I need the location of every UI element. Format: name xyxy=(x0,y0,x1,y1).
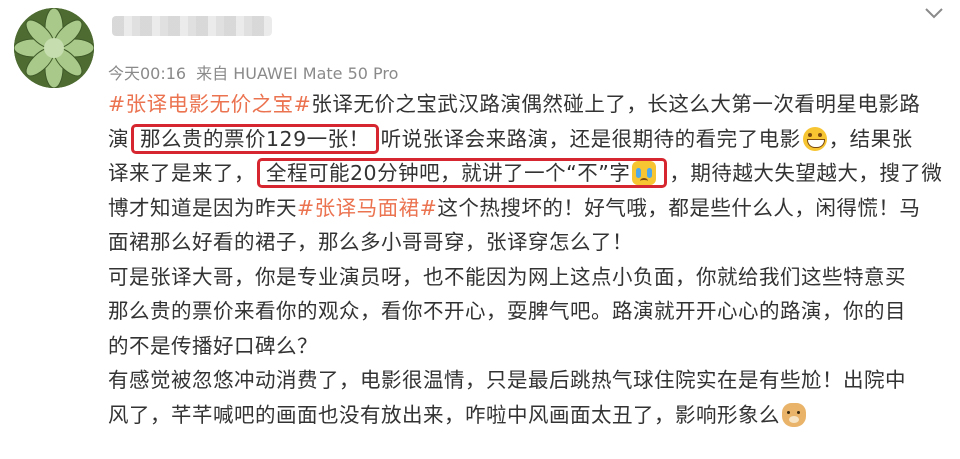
highlighted-text: 全程可能20分钟吧，就讲了一个“不”字 xyxy=(257,158,668,188)
post-line: 可是张译大哥，你是专业演员呀，也不能因为网上这点小负面，你就给我们这些特意买 xyxy=(108,264,906,289)
post-text: 译来了是来了， xyxy=(108,161,255,185)
post-line: 风了，芊芊喊吧的画面也没有放出来，咋啦中风画面太丑了，影响形象么 xyxy=(108,398,946,433)
post-text: ，结果张 xyxy=(828,126,913,151)
post-text: ，期待越大失望越大，搜了微 xyxy=(669,161,943,185)
post-text: 演 xyxy=(108,126,129,151)
doge-emoji-icon xyxy=(782,402,806,427)
highlighted-text: 那么贵的票价129一张！ xyxy=(131,123,379,154)
post-line: #张译电影无价之宝#张译无价之宝武汉路演偶然碰上了，长这么大第一次看明星电影路 xyxy=(108,87,946,122)
crying-emoji-icon xyxy=(632,161,657,185)
post-text: 风了，芊芊喊吧的画面也没有放出来，咋啦中风画面太丑了，影响形象么 xyxy=(108,402,780,427)
post-line: 译来了是来了， 全程可能20分钟吧，就讲了一个“不”字 ，期待越大失望越大，搜了微 xyxy=(108,156,946,191)
chevron-down-icon[interactable] xyxy=(924,6,944,20)
grin-emoji-icon xyxy=(802,126,827,151)
post-line: 面裙那么好看的裙子，那么多小哥哥穿，张译穿怎么了！ xyxy=(108,230,633,254)
post-source: 来自 HUAWEI Mate 50 Pro xyxy=(196,64,399,83)
post-line: 演那么贵的票价129一张！ 听说张译会来路演，还是很期待的看完了电影 ，结果张 xyxy=(108,122,946,157)
post-line: 那么贵的票价来看你的观众，看你不开心，耍脾气吧。路演就开开心心的路演，你的目 xyxy=(108,299,906,323)
post-text: 这个热搜坏的！好气哦，都是些什么人，闲得慌！马 xyxy=(437,195,921,220)
post-line: 博才知道是因为昨天#张译马面裙#这个热搜坏的！好气哦，都是些什么人，闲得慌！马 xyxy=(108,191,946,226)
username-redacted xyxy=(112,16,272,36)
avatar[interactable] xyxy=(14,8,94,88)
post-line: 的不是传播好口碑么？ xyxy=(108,333,318,358)
post-text: 听说张译会来路演，还是很期待的看完了电影 xyxy=(380,126,801,151)
highlighted-text-content: 全程可能20分钟吧，就讲了一个“不”字 xyxy=(266,161,631,185)
hashtag-link[interactable]: #张译马面裙# xyxy=(297,196,437,220)
post-time[interactable]: 今天00:16 xyxy=(108,64,186,83)
post-text: 博才知道是因为昨天 xyxy=(108,195,297,220)
succulent-avatar-icon xyxy=(14,8,94,88)
post-line: 有感觉被忽悠冲动消费了，电影很温情，只是最后跳热气球住院实在是有些尬！出院中 xyxy=(108,368,906,392)
post-body: #张译电影无价之宝#张译无价之宝武汉路演偶然碰上了，长这么大第一次看明星电影路 … xyxy=(108,87,946,432)
hashtag-link[interactable]: #张译电影无价之宝# xyxy=(108,92,311,116)
post-text: 张译无价之宝武汉路演偶然碰上了，长这么大第一次看明星电影路 xyxy=(311,92,921,116)
post-meta: 今天00:16 来自 HUAWEI Mate 50 Pro xyxy=(108,60,398,84)
